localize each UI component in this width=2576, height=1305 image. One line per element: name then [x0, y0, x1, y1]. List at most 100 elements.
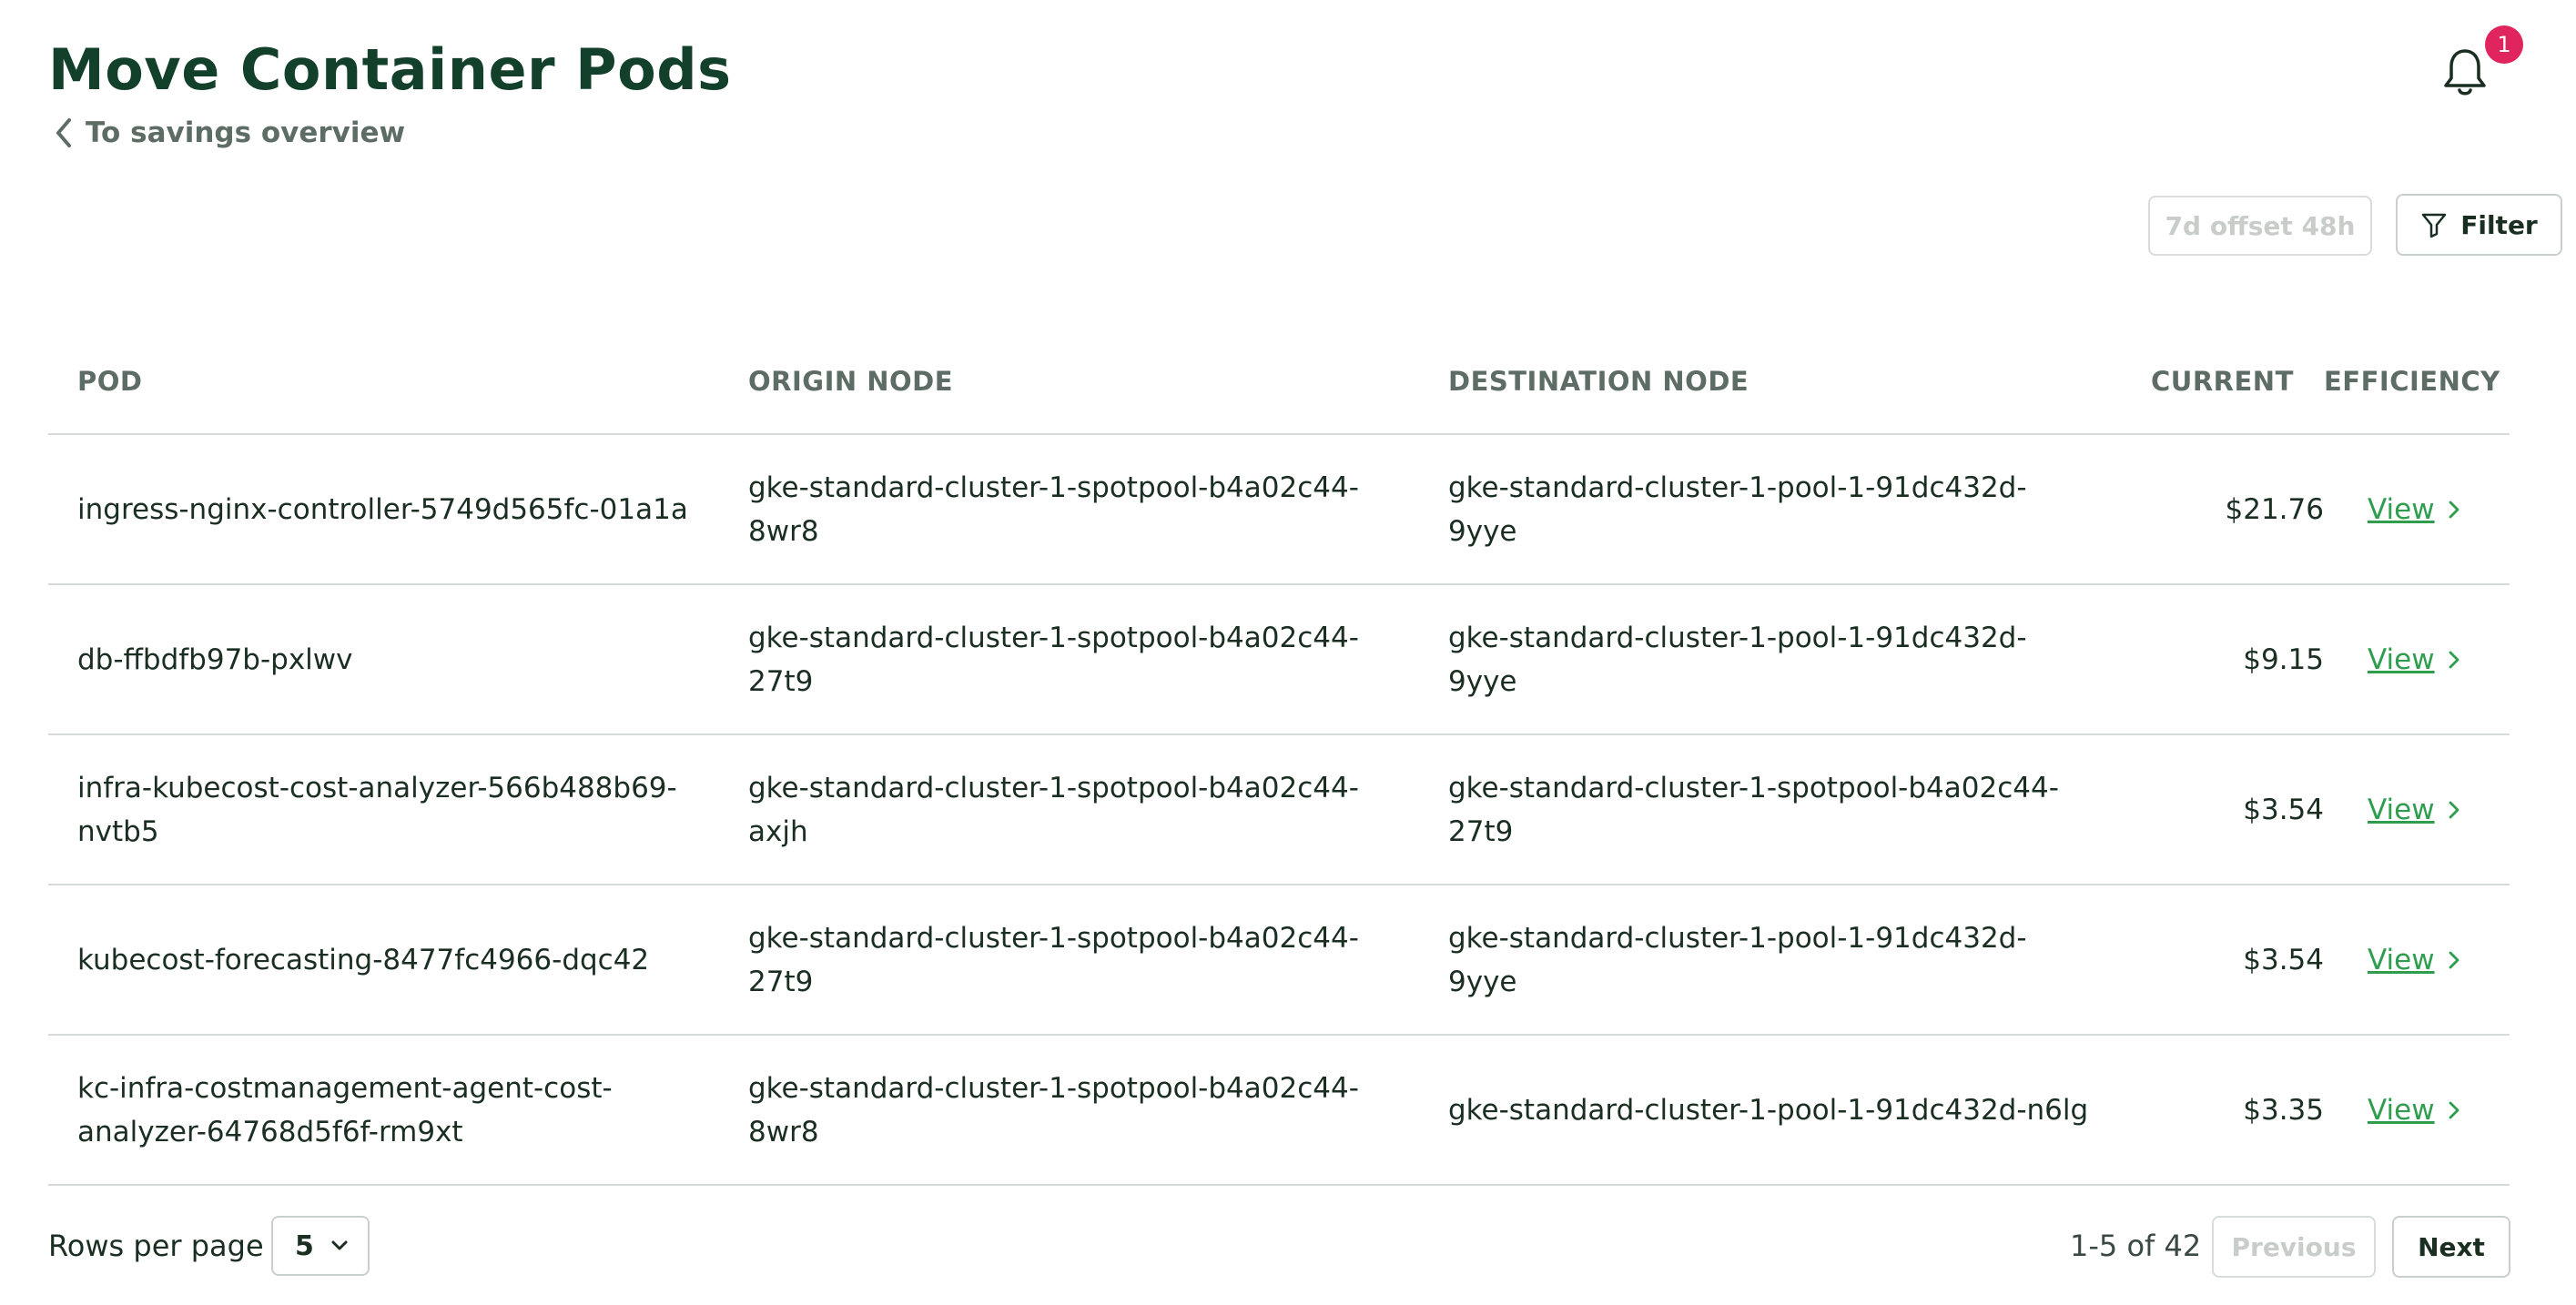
pod-cell-text: ingress-nginx-controller-5749d565fc-01a1…	[77, 488, 688, 531]
destination-node-cell: gke-standard-cluster-1-pool-1-91dc432d- 9…	[1448, 885, 2149, 1034]
chevron-right-icon[interactable]	[2448, 650, 2460, 670]
origin-node-cell-text: gke-standard-cluster-1-spotpool-b4a02c44…	[748, 1067, 1359, 1154]
view-efficiency-link[interactable]: View	[2368, 788, 2435, 832]
origin-node-cell-line: 8wr8	[748, 1115, 819, 1148]
destination-node-cell-line: 9yye	[1448, 965, 1517, 998]
notification-badge: 1	[2485, 25, 2523, 64]
origin-node-cell-text: gke-standard-cluster-1-spotpool-b4a02c44…	[748, 466, 1359, 553]
rows-per-page-label: Rows per page	[48, 1229, 264, 1263]
pod-cell-text: kc-infra-costmanagement-agent-cost-analy…	[77, 1067, 613, 1154]
origin-node-cell: gke-standard-cluster-1-spotpool-b4a02c44…	[748, 735, 1422, 884]
pod-cell-line: infra-kubecost-cost-analyzer-566b488b69-	[77, 771, 677, 804]
chevron-right-icon[interactable]	[2448, 1100, 2460, 1120]
back-to-savings-link[interactable]: To savings overview	[55, 116, 405, 149]
origin-node-cell: gke-standard-cluster-1-spotpool-b4a02c44…	[748, 885, 1422, 1034]
origin-node-cell-line: axjh	[748, 814, 808, 848]
column-header-pod: POD	[77, 366, 143, 397]
origin-node-cell: gke-standard-cluster-1-spotpool-b4a02c44…	[748, 1036, 1422, 1184]
column-header-current: CURRENT	[2151, 366, 2294, 397]
filter-button[interactable]: Filter	[2396, 194, 2562, 256]
table-body: ingress-nginx-controller-5749d565fc-01a1…	[48, 435, 2510, 1186]
pod-cell: db-ffbdfb97b-pxlwv	[77, 585, 715, 733]
destination-node-cell-text: gke-standard-cluster-1-pool-1-91dc432d-n…	[1448, 1088, 2088, 1132]
destination-node-cell-text: gke-standard-cluster-1-pool-1-91dc432d- 9…	[1448, 466, 2027, 553]
efficiency-cell: View	[2368, 1036, 2504, 1184]
table-row: db-ffbdfb97b-pxlwv gke-standard-cluster-1…	[48, 585, 2510, 735]
filter-icon	[2421, 213, 2447, 238]
current-cost-cell: $21.76	[2225, 492, 2324, 526]
origin-node-cell-line: 27t9	[748, 664, 814, 698]
next-page-button[interactable]: Next	[2392, 1216, 2510, 1278]
previous-page-button[interactable]: Previous	[2212, 1216, 2376, 1278]
destination-node-cell-text: gke-standard-cluster-1-pool-1-91dc432d- 9…	[1448, 616, 2027, 703]
efficiency-cell: View	[2368, 735, 2504, 884]
origin-node-cell-line: 27t9	[748, 965, 814, 998]
chevron-right-icon[interactable]	[2448, 800, 2460, 820]
origin-node-cell-line: gke-standard-cluster-1-spotpool-b4a02c44…	[748, 470, 1359, 504]
destination-node-cell-line: gke-standard-cluster-1-pool-1-91dc432d-	[1448, 470, 2027, 504]
pod-cell-line: analyzer-64768d5f6f-rm9xt	[77, 1115, 463, 1148]
chevron-right-icon[interactable]	[2448, 950, 2460, 970]
efficiency-cell: View	[2368, 435, 2504, 583]
pod-cell-text: infra-kubecost-cost-analyzer-566b488b69-…	[77, 766, 677, 854]
current-cost-cell: $3.54	[2243, 943, 2324, 976]
destination-node-cell-line: gke-standard-cluster-1-spotpool-b4a02c44…	[1448, 771, 2059, 804]
chevron-right-icon[interactable]	[2448, 500, 2460, 520]
origin-node-cell: gke-standard-cluster-1-spotpool-b4a02c44…	[748, 435, 1422, 583]
pod-cell-line: ingress-nginx-controller-5749d565fc-01a1…	[77, 492, 688, 526]
rows-per-page-value: 5	[295, 1229, 314, 1262]
current-cost-cell: $3.35	[2243, 1093, 2324, 1127]
origin-node-cell-text: gke-standard-cluster-1-spotpool-b4a02c44…	[748, 916, 1359, 1004]
view-efficiency-link[interactable]: View	[2368, 938, 2435, 982]
page-title: Move Container Pods	[48, 36, 732, 103]
destination-node-cell-line: 9yye	[1448, 664, 1517, 698]
destination-node-cell-line: gke-standard-cluster-1-pool-1-91dc432d-	[1448, 921, 2027, 955]
destination-node-cell-line: 27t9	[1448, 814, 1514, 848]
destination-node-cell-text: gke-standard-cluster-1-spotpool-b4a02c44…	[1448, 766, 2059, 854]
view-efficiency-link[interactable]: View	[2368, 488, 2435, 531]
destination-node-cell-line: 9yye	[1448, 514, 1517, 548]
pod-cell: ingress-nginx-controller-5749d565fc-01a1…	[77, 435, 715, 583]
destination-node-cell: gke-standard-cluster-1-pool-1-91dc432d- 9…	[1448, 585, 2149, 733]
origin-node-cell-line: gke-standard-cluster-1-spotpool-b4a02c44…	[748, 921, 1359, 955]
origin-node-cell: gke-standard-cluster-1-spotpool-b4a02c44…	[748, 585, 1422, 733]
origin-node-cell-line: gke-standard-cluster-1-spotpool-b4a02c44…	[748, 771, 1359, 804]
efficiency-cell: View	[2368, 885, 2504, 1034]
table-header: POD ORIGIN NODE DESTINATION NODE CURRENT…	[48, 337, 2510, 435]
pod-cell-text: kubecost-forecasting-8477fc4966-dqc42	[77, 938, 649, 982]
origin-node-cell-line: gke-standard-cluster-1-spotpool-b4a02c44…	[748, 621, 1359, 654]
table-row: ingress-nginx-controller-5749d565fc-01a1…	[48, 435, 2510, 585]
efficiency-cell: View	[2368, 585, 2504, 733]
destination-node-cell-text: gke-standard-cluster-1-pool-1-91dc432d- 9…	[1448, 916, 2027, 1004]
origin-node-cell-line: 8wr8	[748, 514, 819, 548]
chevron-down-icon	[331, 1240, 348, 1250]
origin-node-cell-text: gke-standard-cluster-1-spotpool-b4a02c44…	[748, 766, 1359, 854]
column-header-efficiency: EFFICIENCY	[2324, 366, 2500, 397]
table-row: kc-infra-costmanagement-agent-cost-analy…	[48, 1036, 2510, 1186]
origin-node-cell-line: gke-standard-cluster-1-spotpool-b4a02c44…	[748, 1071, 1359, 1105]
back-link-label: To savings overview	[86, 116, 406, 149]
pod-cell-line: kubecost-forecasting-8477fc4966-dqc42	[77, 943, 650, 976]
pod-cell-line: db-ffbdfb97b-pxlwv	[77, 642, 353, 676]
page: Move Container Pods To savings overview …	[0, 0, 2576, 1305]
pods-table: POD ORIGIN NODE DESTINATION NODE CURRENT…	[48, 337, 2510, 1186]
pod-cell: kubecost-forecasting-8477fc4966-dqc42	[77, 885, 715, 1034]
destination-node-cell: gke-standard-cluster-1-pool-1-91dc432d-n…	[1448, 1036, 2149, 1184]
destination-node-cell-line: gke-standard-cluster-1-pool-1-91dc432d-	[1448, 621, 2027, 654]
view-efficiency-link[interactable]: View	[2368, 638, 2435, 682]
rows-per-page-select[interactable]: 5	[271, 1216, 370, 1276]
destination-node-cell-line: gke-standard-cluster-1-pool-1-91dc432d-n…	[1448, 1093, 2089, 1127]
bell-icon[interactable]	[2439, 46, 2490, 100]
destination-node-cell: gke-standard-cluster-1-pool-1-91dc432d- 9…	[1448, 435, 2149, 583]
view-efficiency-link[interactable]: View	[2368, 1088, 2435, 1132]
current-cost-cell: $3.54	[2243, 793, 2324, 826]
destination-node-cell: gke-standard-cluster-1-spotpool-b4a02c44…	[1448, 735, 2149, 884]
current-cost-cell: $9.15	[2243, 642, 2324, 676]
pagination-range: 1-5 of 42	[2070, 1229, 2202, 1263]
pod-cell-text: db-ffbdfb97b-pxlwv	[77, 638, 353, 682]
origin-node-cell-text: gke-standard-cluster-1-spotpool-b4a02c44…	[748, 616, 1359, 703]
pod-cell-line: kc-infra-costmanagement-agent-cost-	[77, 1071, 613, 1105]
column-header-destination-node: DESTINATION NODE	[1448, 366, 1749, 397]
pod-cell-line: nvtb5	[77, 814, 159, 848]
time-window-button[interactable]: 7d offset 48h	[2148, 196, 2372, 256]
